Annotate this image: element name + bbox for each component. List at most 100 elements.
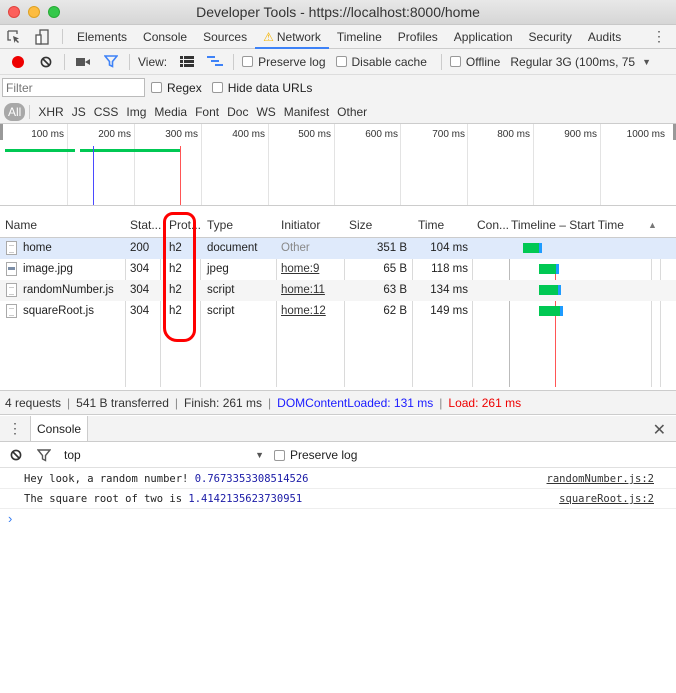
- filter-icon: [104, 55, 118, 68]
- console-preserve-log-checkbox[interactable]: Preserve log: [274, 448, 357, 462]
- tab-console[interactable]: Console: [135, 25, 195, 48]
- type-filter-other[interactable]: Other: [333, 105, 371, 119]
- waterfall-view-icon: [207, 56, 224, 66]
- overview-tick-label: 400 ms: [232, 129, 265, 140]
- hide-data-urls-checkbox[interactable]: Hide data URLs: [211, 81, 312, 95]
- drawer-tab-console[interactable]: Console: [30, 416, 89, 441]
- waterfall-download-bar: [539, 243, 542, 253]
- tab-profiles[interactable]: Profiles: [390, 25, 446, 48]
- context-select[interactable]: top ▼: [64, 448, 264, 462]
- table-row[interactable]: image.jpg 304 h2 jpeg home:9 65 B 118 ms: [0, 259, 676, 280]
- column-header-status[interactable]: Stat...: [130, 218, 161, 232]
- overview-tick-label: 100 ms: [31, 129, 64, 140]
- initiator-link[interactable]: home:9: [281, 263, 319, 275]
- capture-screenshots-button[interactable]: [69, 57, 97, 67]
- overview-toggle-button[interactable]: [201, 56, 229, 67]
- filter-toggle-button[interactable]: [97, 55, 125, 68]
- clear-icon: [40, 56, 52, 67]
- filter-icon: [37, 448, 51, 462]
- video-camera-icon: [76, 57, 90, 66]
- panel-tabs: Elements Console Sources ⚠ Network Timeli…: [0, 25, 676, 49]
- throttling-select[interactable]: Regular 3G (100ms, 75 ▼: [510, 55, 651, 69]
- finish-time: Finish: 261 ms: [184, 395, 263, 410]
- type-filter-ws[interactable]: WS: [252, 105, 279, 119]
- inspect-element-icon[interactable]: [0, 25, 28, 48]
- waterfall-download-bar: [558, 285, 561, 295]
- waterfall-download-bar: [560, 306, 563, 316]
- initiator-link[interactable]: home:12: [281, 305, 326, 317]
- column-header-time[interactable]: Time: [418, 218, 444, 232]
- type-filter-js[interactable]: JS: [68, 105, 90, 119]
- tab-security[interactable]: Security: [521, 25, 580, 48]
- device-toolbar-icon[interactable]: [28, 25, 56, 48]
- column-header-name[interactable]: Name: [5, 218, 37, 232]
- source-link[interactable]: squareRoot.js:2: [559, 493, 654, 505]
- drawer-menu-icon[interactable]: ⋮: [0, 416, 30, 441]
- console-prompt[interactable]: ›: [8, 511, 12, 526]
- initiator-link[interactable]: home:11: [281, 284, 325, 296]
- tab-network[interactable]: ⚠ Network: [255, 25, 329, 49]
- list-view-icon: [180, 56, 195, 67]
- preserve-log-checkbox[interactable]: Preserve log: [242, 55, 326, 69]
- overview-tick-label: 900 ms: [564, 129, 597, 140]
- waterfall-download-bar: [556, 264, 559, 274]
- tab-timeline[interactable]: Timeline: [329, 25, 390, 48]
- network-summary: 4 requests | 541 B transferred | Finish:…: [0, 390, 676, 415]
- record-icon: [12, 55, 24, 68]
- close-window-button[interactable]: [8, 6, 20, 18]
- source-link[interactable]: randomNumber.js:2: [547, 473, 654, 485]
- tab-elements[interactable]: Elements: [69, 25, 135, 48]
- table-row[interactable]: home 200 h2 document Other 351 B 104 ms: [0, 238, 676, 259]
- network-overview[interactable]: 100 ms 200 ms 300 ms 400 ms 500 ms 600 m…: [0, 124, 676, 206]
- network-toolbar: View: Preserve log Disable cache Offline…: [0, 49, 676, 75]
- table-row[interactable]: squareRoot.js 304 h2 script home:12 62 B…: [0, 301, 676, 322]
- waterfall-waiting-bar: [539, 306, 560, 316]
- clear-button[interactable]: [32, 56, 60, 68]
- tab-audits[interactable]: Audits: [580, 25, 629, 48]
- maximize-window-button[interactable]: [48, 6, 60, 18]
- overview-tick-label: 700 ms: [432, 129, 465, 140]
- warning-icon: ⚠: [263, 29, 274, 44]
- column-header-size[interactable]: Size: [349, 218, 372, 232]
- sort-ascending-icon[interactable]: ▲: [648, 220, 657, 230]
- column-header-type[interactable]: Type: [207, 218, 233, 232]
- tab-application[interactable]: Application: [446, 25, 521, 48]
- overview-request-bar: [80, 149, 180, 152]
- column-header-timeline[interactable]: Timeline – Start Time: [511, 218, 624, 232]
- type-filter-img[interactable]: Img: [122, 105, 150, 119]
- type-filter-all[interactable]: All: [4, 102, 26, 121]
- overview-tick-label: 1000 ms: [626, 129, 665, 140]
- dropdown-arrow-icon: ▼: [642, 56, 652, 67]
- overview-tick-label: 800 ms: [497, 129, 530, 140]
- waterfall-waiting-bar: [539, 285, 558, 295]
- script-icon: [6, 304, 17, 318]
- column-header-connection[interactable]: Con...: [477, 218, 509, 232]
- disable-cache-checkbox[interactable]: Disable cache: [335, 55, 427, 69]
- table-row[interactable]: randomNumber.js 304 h2 script home:11 63…: [0, 280, 676, 301]
- tab-sources[interactable]: Sources: [195, 25, 255, 48]
- type-filter-xhr[interactable]: XHR: [34, 105, 67, 119]
- clear-icon: [10, 449, 22, 461]
- drawer-tabs: ⋮ Console ✕: [0, 416, 676, 442]
- overview-request-bar: [5, 149, 75, 152]
- clear-console-button[interactable]: [2, 449, 30, 461]
- type-filter-font[interactable]: Font: [191, 105, 223, 119]
- console-filter-button[interactable]: [30, 448, 58, 462]
- dropdown-arrow-icon: ▼: [255, 450, 264, 460]
- type-filter-manifest[interactable]: Manifest: [280, 105, 333, 119]
- type-filter-css[interactable]: CSS: [90, 105, 123, 119]
- overview-left-handle[interactable]: [0, 124, 3, 140]
- record-button[interactable]: [4, 55, 32, 68]
- minimize-window-button[interactable]: [28, 6, 40, 18]
- dom-content-loaded-marker: [93, 146, 94, 205]
- filter-input[interactable]: [2, 78, 145, 97]
- more-options-icon[interactable]: ⋮: [652, 28, 666, 44]
- type-filter-media[interactable]: Media: [150, 105, 191, 119]
- regex-checkbox[interactable]: Regex: [151, 81, 202, 95]
- protocol-column-annotation: [163, 212, 196, 342]
- offline-checkbox[interactable]: Offline: [449, 55, 500, 69]
- close-drawer-icon[interactable]: ✕: [653, 420, 666, 440]
- large-rows-button[interactable]: [173, 56, 201, 67]
- type-filter-doc[interactable]: Doc: [223, 105, 252, 119]
- column-header-initiator[interactable]: Initiator: [281, 218, 320, 232]
